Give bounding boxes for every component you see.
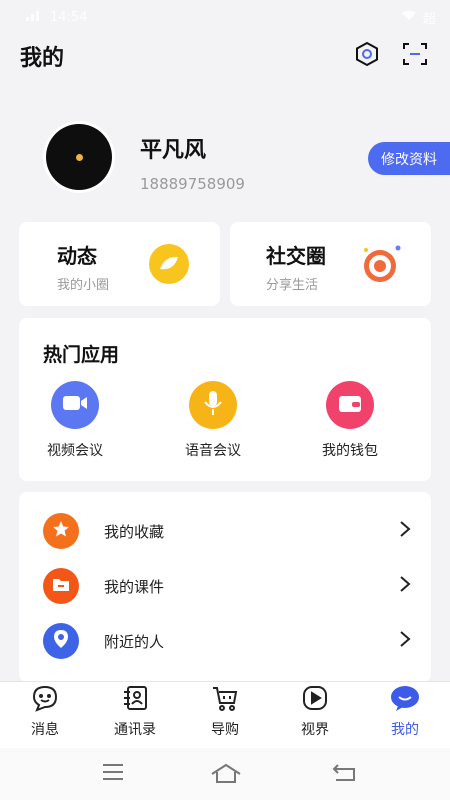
chevron-right-icon <box>399 575 411 597</box>
settings-button[interactable] <box>352 41 382 71</box>
chat-bubble-icon <box>147 242 191 290</box>
profile-section: 平凡风 18889758909 修改资料 <box>0 120 450 206</box>
page-title: 我的 <box>20 46 65 71</box>
avatar-person-icon <box>75 153 83 161</box>
app-voice-meeting-label: 语音会议 <box>185 443 241 459</box>
shopping-cart-icon <box>211 684 239 716</box>
edit-profile-button[interactable]: 修改资料 <box>368 142 450 175</box>
status-bar: 14:54 超 <box>0 0 450 34</box>
contacts-icon <box>121 684 149 716</box>
menu-item-nearby[interactable]: 附近的人 <box>19 614 431 668</box>
back-icon[interactable] <box>332 762 356 786</box>
tab-me-label: 我的 <box>391 722 419 738</box>
tab-contacts[interactable]: 通讯录 <box>90 682 180 748</box>
battery-text: 超 <box>422 11 436 27</box>
moments-title: 动态 <box>57 244 97 268</box>
hot-apps-title: 热门应用 <box>43 344 120 366</box>
profile-phone: 18889758909 <box>140 175 245 193</box>
settings-hexagon-icon <box>353 40 381 72</box>
app-video-meeting[interactable]: 视频会议 <box>25 381 125 460</box>
tab-messages-label: 消息 <box>31 722 59 738</box>
star-icon <box>52 520 70 542</box>
tab-me[interactable]: 我的 <box>360 682 450 748</box>
status-time: 14:54 <box>50 9 88 25</box>
target-icon <box>360 242 404 290</box>
play-icon <box>301 684 329 716</box>
video-camera-icon <box>62 394 88 416</box>
menu-item-courseware-label: 我的课件 <box>104 577 165 596</box>
social-circle-subtitle: 分享生活 <box>266 278 319 293</box>
app-my-wallet-label: 我的钱包 <box>322 443 378 459</box>
bottom-tab-bar: 消息 通讯录 导购 视界 我的 <box>0 681 450 748</box>
menu-item-courseware[interactable]: 我的课件 <box>19 559 431 613</box>
wallet-icon <box>338 393 362 417</box>
home-icon[interactable] <box>210 762 242 788</box>
me-icon <box>390 684 420 716</box>
tab-contacts-label: 通讯录 <box>114 722 156 738</box>
moments-subtitle: 我的小圈 <box>57 278 110 293</box>
microphone-icon <box>203 390 223 420</box>
hot-apps-card: 热门应用 视频会议 语音会议 我的钱包 <box>19 318 431 481</box>
system-navigation-bar <box>0 748 450 800</box>
app-video-meeting-label: 视频会议 <box>47 443 103 459</box>
tab-shopping-label: 导购 <box>211 722 239 738</box>
scan-icon <box>401 40 429 72</box>
menu-item-favorites-label: 我的收藏 <box>104 522 165 541</box>
avatar[interactable] <box>46 124 112 190</box>
social-circle-card[interactable]: 社交圈 分享生活 <box>230 222 431 306</box>
app-my-wallet[interactable]: 我的钱包 <box>300 381 400 460</box>
tab-shopping[interactable]: 导购 <box>180 682 270 748</box>
wifi-icon <box>401 9 417 25</box>
header: 我的 <box>0 34 450 78</box>
scan-button[interactable] <box>400 41 430 71</box>
profile-name: 平凡风 <box>140 138 207 163</box>
chevron-right-icon <box>399 520 411 542</box>
social-circle-title: 社交圈 <box>266 244 326 268</box>
tab-vision-label: 视界 <box>301 722 329 738</box>
menu-lines-icon[interactable] <box>102 762 124 786</box>
app-voice-meeting[interactable]: 语音会议 <box>163 381 263 460</box>
tab-messages[interactable]: 消息 <box>0 682 90 748</box>
location-pin-icon <box>53 629 69 653</box>
menu-list-card: 我的收藏 我的课件 附近的人 <box>19 492 431 682</box>
menu-item-favorites[interactable]: 我的收藏 <box>19 504 431 558</box>
signal-icon <box>26 9 44 25</box>
menu-item-nearby-label: 附近的人 <box>104 632 165 651</box>
tab-vision[interactable]: 视界 <box>270 682 360 748</box>
chevron-right-icon <box>399 630 411 652</box>
moments-card[interactable]: 动态 我的小圈 <box>19 222 220 306</box>
message-icon <box>31 684 59 716</box>
folder-icon <box>52 576 70 596</box>
